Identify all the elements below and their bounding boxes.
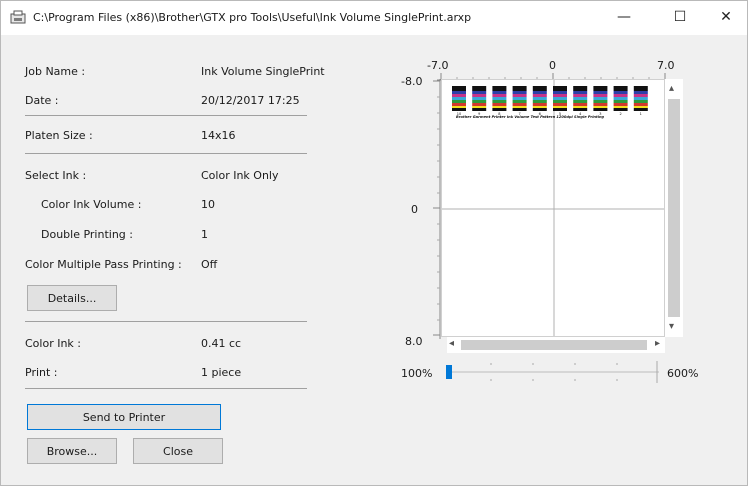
zoom-slider-thumb[interactable] [446, 365, 452, 379]
platen-size-label: Platen Size : [25, 129, 93, 142]
browse-button[interactable]: Browse... [27, 438, 117, 464]
zoom-max-label: 600% [667, 367, 699, 380]
details-button[interactable]: Details... [27, 285, 117, 311]
minimize-button[interactable]: — [601, 1, 647, 33]
pattern-block: 6 [532, 86, 547, 116]
color-multiple-pass-label: Color Multiple Pass Printing : [25, 258, 182, 271]
scroll-down-arrow[interactable]: ▾ [669, 321, 674, 332]
scroll-up-arrow[interactable]: ▴ [669, 83, 674, 94]
y-axis-mid-label: 0 [411, 203, 418, 216]
pattern-number: 1 [640, 112, 642, 116]
job-name-value: Ink Volume SinglePrint [201, 65, 325, 78]
color-ink-volume-label: Color Ink Volume : [41, 198, 142, 211]
separator [25, 321, 307, 322]
close-window-button[interactable]: ✕ [703, 1, 748, 33]
pattern-block: 5 [553, 86, 567, 116]
color-ink-label: Color Ink : [25, 337, 82, 350]
pattern-block: 7 [512, 86, 527, 116]
job-name-label: Job Name : [25, 65, 86, 78]
pattern-block: 3 [593, 86, 608, 116]
window-title: C:\Program Files (x86)\Brother\GTX pro T… [33, 11, 472, 24]
color-multiple-pass-value: Off [201, 258, 218, 271]
print-value: 1 piece [201, 366, 242, 379]
pattern-caption: Brother Garment Printer Ink Volume Test … [456, 115, 604, 119]
vertical-scroll-thumb[interactable] [668, 99, 680, 317]
vertical-ruler [433, 79, 441, 339]
vertical-scrollbar[interactable]: ▴ ▾ [665, 79, 683, 337]
pattern-number: 2 [619, 112, 621, 116]
date-value: 20/12/2017 17:25 [201, 94, 300, 107]
color-ink-volume-value: 10 [201, 198, 215, 211]
date-label: Date : [25, 94, 59, 107]
horizontal-scrollbar[interactable]: ◂ ▸ [447, 337, 665, 353]
scroll-left-arrow[interactable]: ◂ [449, 338, 454, 349]
platen-size-value: 14x16 [201, 129, 236, 142]
pattern-block: 8 [492, 86, 507, 116]
color-ink-value: 0.41 cc [201, 337, 242, 350]
zoom-min-label: 100% [401, 367, 433, 380]
print-label: Print : [25, 366, 58, 379]
print-preview-image: 10 9 8 7 6 5 4 3 2 1 Brother Garment Printer Ink … [442, 80, 664, 336]
app-icon [10, 10, 26, 24]
pattern-block: 4 [573, 86, 588, 116]
select-ink-value: Color Ink Only [201, 169, 279, 182]
separator [25, 115, 307, 116]
double-printing-value: 1 [201, 228, 208, 241]
print-preview-canvas[interactable]: 10 9 8 7 6 5 4 3 2 1 Brother Garment Printer Ink … [441, 79, 665, 337]
close-button[interactable]: Close [133, 438, 223, 464]
double-printing-label: Double Printing : [41, 228, 133, 241]
zoom-slider-ticks [490, 361, 658, 383]
maximize-button[interactable]: ☐ [657, 1, 703, 33]
job-info-window: C:\Program Files (x86)\Brother\GTX pro T… [0, 0, 748, 486]
title-bar[interactable]: C:\Program Files (x86)\Brother\GTX pro T… [1, 1, 747, 35]
pattern-block: 1 [633, 86, 648, 116]
pattern-block: 2 [613, 86, 628, 116]
scroll-right-arrow[interactable]: ▸ [655, 338, 660, 349]
y-axis-min-label: -8.0 [401, 75, 423, 88]
pattern-block: 9 [472, 86, 487, 116]
horizontal-scroll-thumb[interactable] [461, 340, 647, 350]
pattern-block: 10 [452, 86, 466, 116]
send-to-printer-button[interactable]: Send to Printer [27, 404, 221, 430]
select-ink-label: Select Ink : [25, 169, 87, 182]
separator [25, 388, 307, 389]
y-axis-max-label: 8.0 [405, 335, 423, 348]
separator [25, 153, 307, 154]
